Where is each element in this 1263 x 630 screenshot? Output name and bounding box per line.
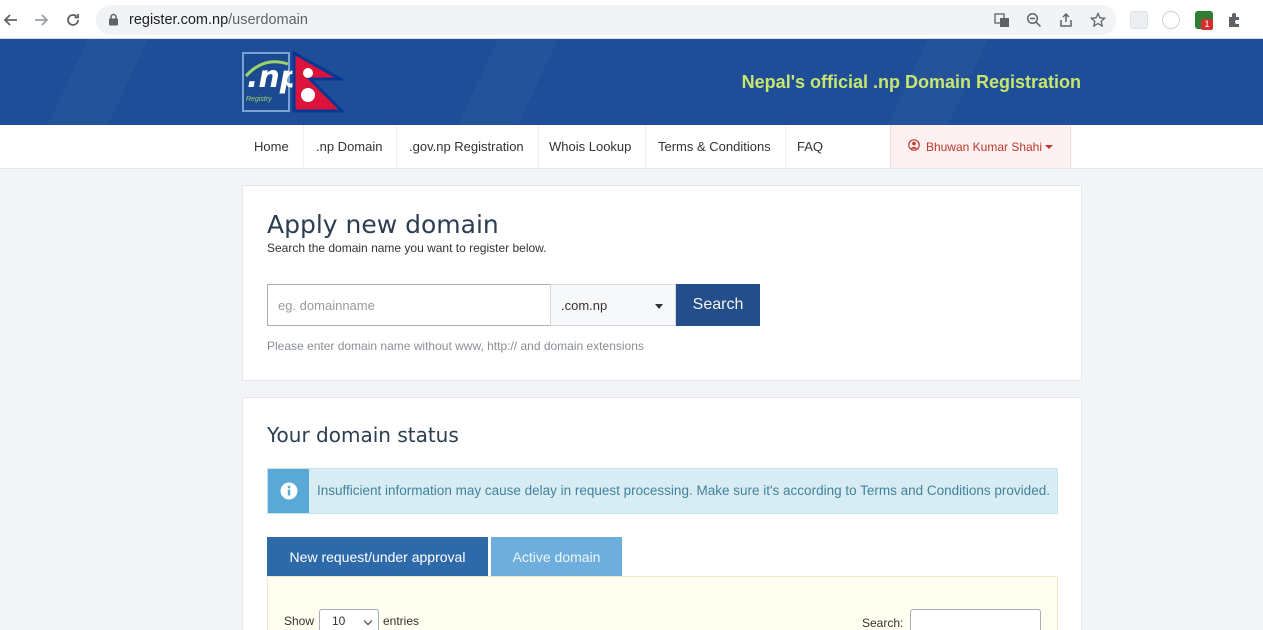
chevron-down-icon [363,616,373,626]
bookmark-star-icon[interactable] [1090,12,1106,28]
header-title: Nepal's official .np Domain Registration [741,72,1081,92]
nav-item-gov-np[interactable]: .gov.np Registration [395,125,539,168]
nav-item-faq[interactable]: FAQ [783,125,837,168]
header-decoration [32,39,148,125]
show-label: Show [284,614,315,628]
zoom-out-icon[interactable] [1026,12,1042,28]
forward-arrow-icon[interactable] [30,9,52,31]
info-icon [268,469,309,513]
nav-item-terms[interactable]: Terms & Conditions [644,125,786,168]
site-header: .np Registry Nepal's official .np Domain… [0,39,1263,125]
extensions-puzzle-icon[interactable] [1226,11,1244,29]
np-logo[interactable]: .np Registry [242,52,301,112]
status-title: Your domain status [267,423,459,447]
table-search-input[interactable] [910,609,1041,630]
main-nav: Home .np Domain .gov.np Registration Who… [0,125,1263,169]
url-path: /userdomain [228,12,308,28]
address-bar[interactable]: register.com.np/userdomain [96,5,1116,35]
nav-item-whois[interactable]: Whois Lookup [535,125,647,168]
entries-label: entries [383,614,420,628]
user-menu-dropdown[interactable]: Bhuwan Kumar Shahi [890,125,1071,168]
extension-grid-icon[interactable] [1130,11,1148,29]
domain-search-input[interactable] [267,284,550,326]
page-size-value: 10 [332,614,346,628]
table-search-label: Search: [862,616,904,630]
nepal-flag-icon [292,50,346,118]
info-alert: Insufficient information may cause delay… [267,468,1058,514]
domain-hint: Please enter domain name without www, ht… [267,339,644,353]
back-arrow-icon[interactable] [0,9,22,31]
domain-extension-select[interactable]: .com.np [550,284,676,326]
nav-item-home[interactable]: Home [240,125,304,168]
tab-panel: Show 10 entries Search: [267,576,1058,630]
lock-icon[interactable] [108,13,119,31]
tab-active-domain[interactable]: Active domain [491,537,622,577]
translate-icon[interactable] [994,12,1010,28]
share-icon[interactable] [1058,12,1074,28]
reload-icon[interactable] [62,9,84,31]
page-size-select[interactable]: 10 [319,609,379,630]
tab-new-request[interactable]: New request/under approval [267,537,488,577]
apply-subtitle: Search the domain name you want to regis… [267,241,547,255]
extension-badge-count: 1 [1201,19,1213,30]
browser-toolbar: register.com.np/userdomain 1 [0,0,1263,39]
header-decoration [442,39,558,125]
alert-text: Insufficient information may cause delay… [317,483,1050,498]
user-circle-icon [908,139,920,154]
domain-status-card: Your domain status Insufficient informat… [242,397,1082,630]
dropdown-arrow-icon [655,304,663,309]
nav-item-np-domain[interactable]: .np Domain [302,125,398,168]
caret-down-icon [1045,144,1054,149]
domain-search-button[interactable]: Search [676,284,760,326]
url-text: register.com.np/userdomain [129,12,308,28]
extension-circle-icon[interactable] [1162,11,1180,29]
extension-badge-icon[interactable]: 1 [1195,11,1213,30]
apply-domain-card: Apply new domain Search the domain name … [242,185,1082,381]
url-host: register.com.np [129,12,229,28]
user-name: Bhuwan Kumar Shahi [925,139,1043,154]
apply-title: Apply new domain [267,210,499,239]
extension-selected-value: .com.np [561,297,608,313]
logo-subtext: Registry [246,96,272,103]
